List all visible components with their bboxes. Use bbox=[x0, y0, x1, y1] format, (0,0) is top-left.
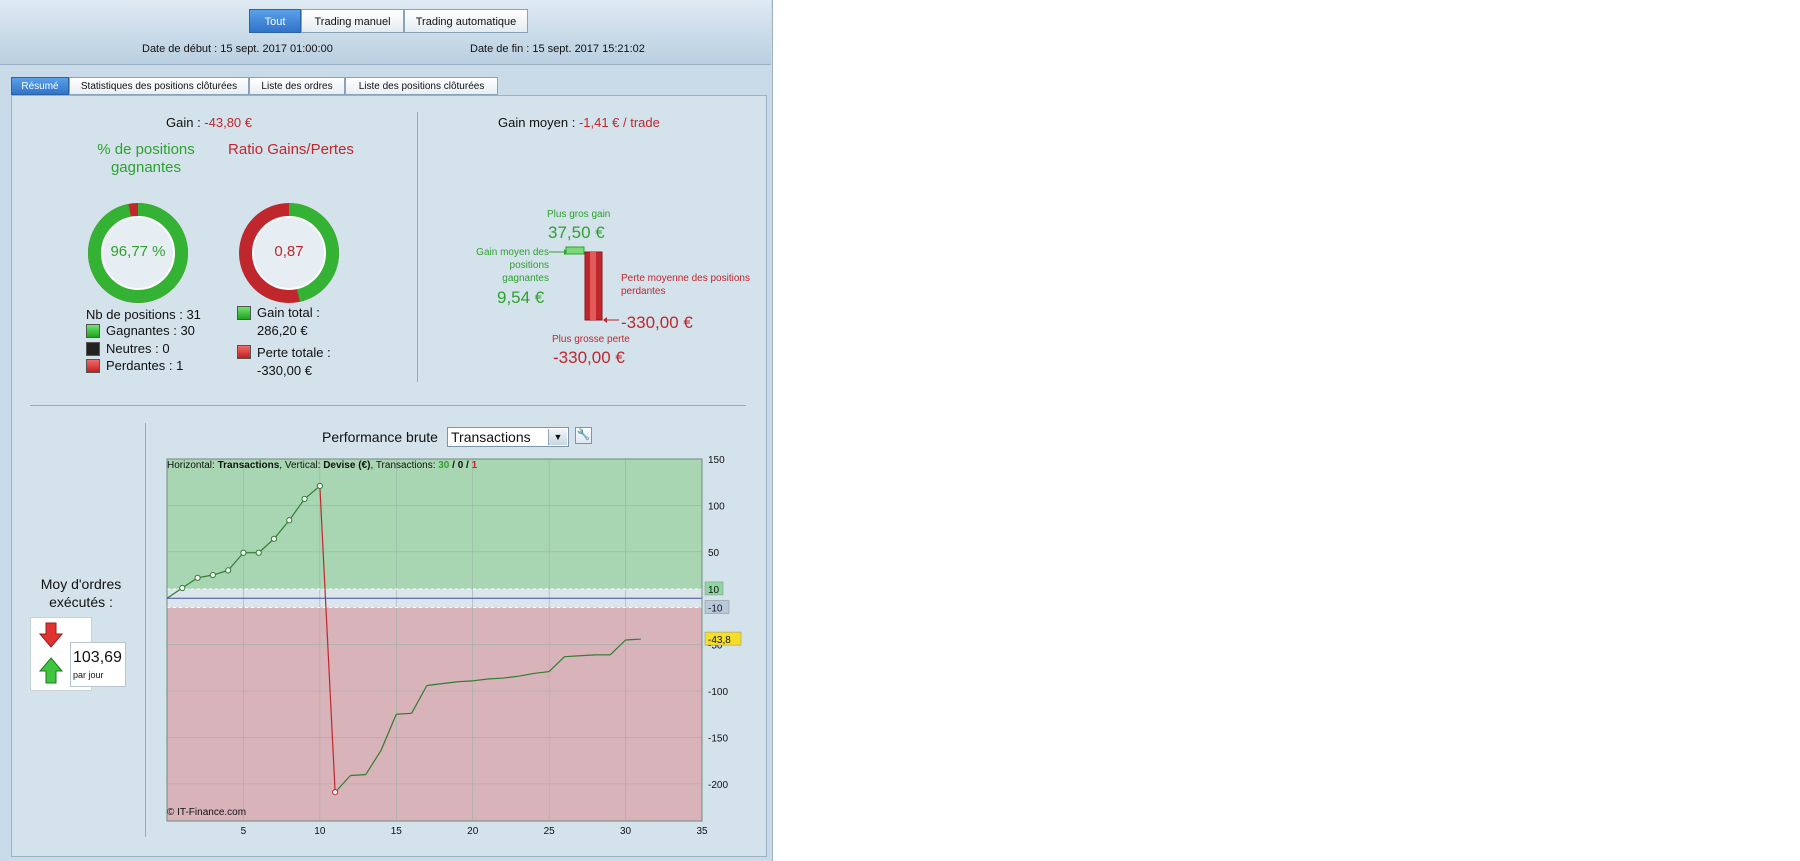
tab-resume[interactable]: Résumé bbox=[11, 77, 69, 95]
legend-t-label: , Transactions: bbox=[370, 460, 438, 471]
chevron-down-icon[interactable]: ▼ bbox=[548, 429, 567, 445]
gain-total-square-icon bbox=[237, 306, 251, 320]
data-point bbox=[270, 535, 278, 542]
filter-bar: Tout Trading manuel Trading automatique … bbox=[0, 0, 771, 65]
legend-t-sep1: / bbox=[449, 460, 457, 471]
tab-statistiques[interactable]: Statistiques des positions clôturées bbox=[69, 77, 249, 95]
data-point bbox=[179, 584, 186, 592]
data-point bbox=[209, 571, 216, 579]
end-date: Date de fin : 15 sept. 2017 15:21:02 bbox=[470, 43, 645, 55]
profit-zone bbox=[167, 459, 702, 589]
winning-count: Gagnantes : 30 bbox=[106, 323, 195, 338]
legend-t-loss: 1 bbox=[472, 460, 478, 471]
nb-positions: Nb de positions : 31 bbox=[86, 307, 201, 322]
y-tick-label: -200 bbox=[708, 780, 728, 791]
pct-winning-value: 96,77 % bbox=[110, 243, 166, 260]
y-tick-label: -150 bbox=[708, 733, 728, 744]
neutral-square-icon bbox=[86, 342, 100, 356]
tab-liste-ordres[interactable]: Liste des ordres bbox=[249, 77, 345, 95]
data-point bbox=[301, 495, 308, 503]
up-down-arrows-icon bbox=[38, 622, 64, 684]
y-tick-label: 100 bbox=[708, 501, 725, 512]
start-date: Date de début : 15 sept. 2017 01:00:00 bbox=[142, 43, 333, 55]
data-point bbox=[332, 789, 339, 796]
data-point bbox=[255, 549, 262, 556]
neutral-count: Neutres : 0 bbox=[106, 341, 170, 356]
losing-square-icon bbox=[86, 359, 100, 373]
y-tick-label: 50 bbox=[708, 548, 720, 559]
plus-gros-gain-label: Plus gros gain bbox=[547, 209, 611, 220]
x-tick-label: 20 bbox=[467, 826, 479, 837]
last-value-marker: -43,8 bbox=[708, 635, 731, 646]
filter-manual-button[interactable]: Trading manuel bbox=[301, 9, 404, 33]
performance-title: Performance brute bbox=[322, 429, 438, 445]
y-tick-label: -100 bbox=[708, 687, 728, 698]
perte-totale-square-icon bbox=[237, 345, 251, 359]
ratio-value: 0,87 bbox=[274, 243, 304, 260]
avg-gain-label: Gain moyen : bbox=[498, 115, 579, 130]
plus-gros-gain-value: 37,50 € bbox=[548, 223, 605, 242]
chart-copyright: © IT-Finance.com bbox=[167, 807, 246, 818]
filter-all-button[interactable]: Tout bbox=[249, 9, 301, 33]
legend-v-label: , Vertical: bbox=[279, 460, 323, 471]
gain-label: Gain : bbox=[166, 115, 205, 130]
data-point bbox=[194, 574, 201, 581]
gain-total-value: 286,20 € bbox=[257, 323, 308, 338]
performance-chart: 5 10 15 20 25 30 3515010050-50-100-150-200 10-… bbox=[166, 455, 742, 837]
x-tick-label: 25 bbox=[544, 826, 556, 837]
data-point bbox=[286, 517, 293, 524]
avg-gain-line: Gain moyen : -1,41 € / trade bbox=[498, 115, 660, 130]
orders-label: Moy d'ordres exécutés : bbox=[40, 576, 122, 610]
results-panel: Tout Trading manuel Trading automatique … bbox=[0, 0, 773, 861]
gain-line: Gain : -43,80 € bbox=[166, 115, 252, 130]
legend-t-sep2: / bbox=[463, 460, 471, 471]
legend-h-value: Transactions bbox=[218, 460, 280, 471]
ratio-title: Ratio Gains/Pertes bbox=[228, 141, 354, 158]
perte-moyenne-value: -330,00 € bbox=[621, 313, 693, 332]
loss-zone bbox=[167, 607, 702, 821]
legend-v-value: Devise (€) bbox=[323, 460, 370, 471]
x-tick-label: 10 bbox=[314, 826, 326, 837]
performance-mode-value: Transactions bbox=[451, 429, 531, 445]
gain-total-label: Gain total : bbox=[257, 305, 320, 320]
chart-legend: Horizontal: Transactions, Vertical: Devi… bbox=[167, 460, 478, 471]
perte-totale-value: -330,00 € bbox=[257, 363, 312, 378]
orders-divider bbox=[145, 423, 146, 837]
gain-moyen-label: Gain moyen des positions gagnantes bbox=[476, 247, 549, 284]
perte-totale-label: Perte totale : bbox=[257, 345, 331, 360]
chart-markers: 10 -10 -43,8 bbox=[704, 581, 742, 646]
gain-value: -43,80 € bbox=[204, 115, 252, 130]
performance-mode-select[interactable]: Transactions ▼ bbox=[447, 427, 569, 447]
orders-value: 103,69 bbox=[73, 649, 122, 666]
winning-square-icon bbox=[86, 324, 100, 338]
horizontal-divider bbox=[30, 405, 746, 406]
orders-value-box: 103,69 par jour bbox=[70, 642, 126, 687]
lower-band-marker: -10 bbox=[708, 604, 723, 615]
legend-t-win: 30 bbox=[438, 460, 450, 471]
orders-unit: par jour bbox=[73, 670, 104, 680]
filter-auto-button[interactable]: Trading automatique bbox=[404, 9, 528, 33]
gain-loss-bar-icon bbox=[549, 246, 619, 323]
data-point bbox=[316, 482, 323, 490]
plus-grosse-perte-value: -330,00 € bbox=[553, 348, 625, 367]
perte-moyenne-label: Perte moyenne des positions perdantes bbox=[621, 273, 750, 297]
tab-liste-positions[interactable]: Liste des positions clôturées bbox=[345, 77, 498, 95]
gain-moyen-value: 9,54 € bbox=[497, 288, 545, 307]
x-tick-label: 15 bbox=[391, 826, 403, 837]
upper-band-marker: 10 bbox=[708, 585, 720, 596]
data-point bbox=[240, 549, 247, 556]
x-tick-label: 30 bbox=[620, 826, 632, 837]
legend-h-label: Horizontal: bbox=[167, 460, 218, 471]
avg-gain-value: -1,41 € / trade bbox=[578, 115, 660, 130]
data-point bbox=[225, 567, 232, 574]
x-tick-label: 35 bbox=[696, 826, 708, 837]
wrench-icon[interactable]: 🔧 bbox=[575, 427, 592, 444]
pct-winning-title: % de positions gagnantes bbox=[97, 141, 195, 176]
x-tick-label: 5 bbox=[241, 826, 247, 837]
losing-count: Perdantes : 1 bbox=[106, 358, 184, 373]
y-tick-label: 150 bbox=[708, 455, 725, 466]
plus-grosse-perte-label: Plus grosse perte bbox=[552, 334, 630, 345]
section-divider bbox=[417, 112, 418, 382]
